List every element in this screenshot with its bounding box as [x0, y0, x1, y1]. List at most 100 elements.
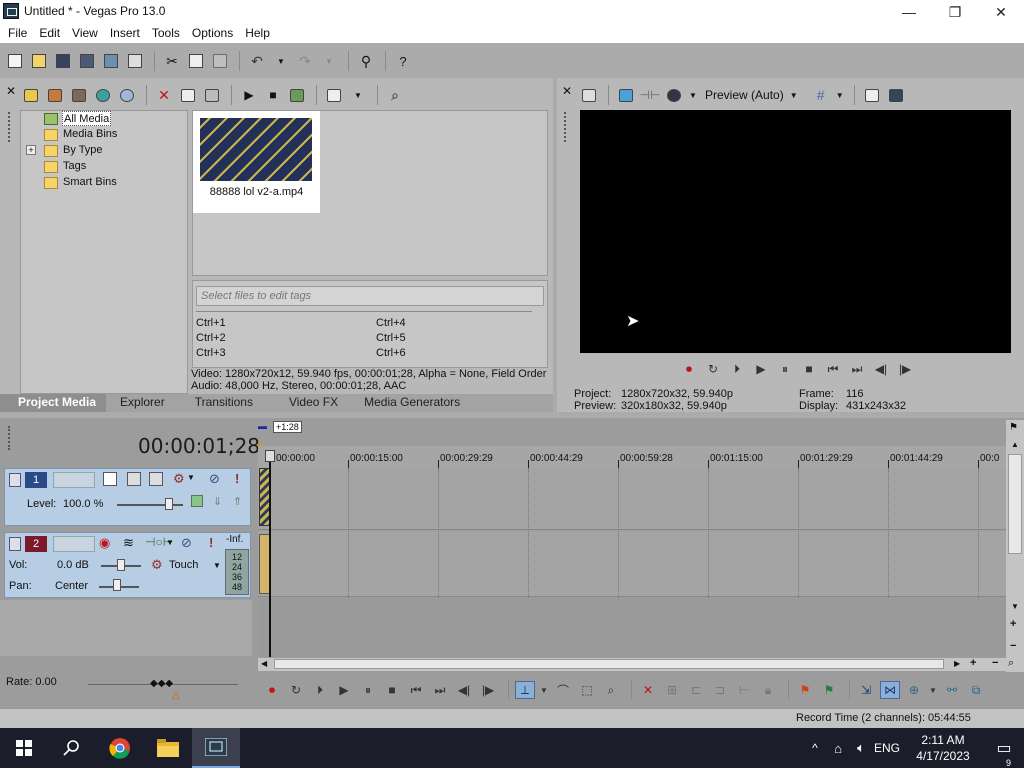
cursor-handle[interactable] [265, 450, 275, 462]
show-hidden-icons-chevron[interactable]: ^ [804, 741, 826, 755]
menu-tools[interactable]: Tools [146, 25, 186, 42]
composite-icon[interactable] [127, 472, 141, 486]
trim-end-button[interactable]: ⊐ [710, 681, 730, 699]
tab-explorer[interactable]: Explorer [106, 394, 179, 412]
lock-button[interactable]: 🔒︎ [758, 681, 778, 699]
timeline-vertical-scrollbar[interactable]: ⚑ ▲ ▼ + − [1006, 420, 1024, 672]
preview-quality-select[interactable]: Preview (Auto) [705, 88, 784, 102]
play-button[interactable]: ▶ [334, 681, 354, 699]
media-thumbnail[interactable] [200, 118, 312, 181]
capture-video-button[interactable] [44, 84, 66, 106]
record-button[interactable]: ⏺ [680, 360, 698, 378]
auto-preview-play-button[interactable]: ▶ [238, 84, 260, 106]
time-display[interactable]: 00:00:01;28 [138, 434, 260, 458]
stop-button[interactable]: ■ [382, 681, 402, 699]
menu-help[interactable]: Help [239, 25, 276, 42]
tree-item-media-bins[interactable]: Media Bins [62, 127, 118, 142]
motion-icon[interactable] [103, 472, 117, 486]
level-slider-handle[interactable] [165, 498, 173, 510]
insert-region-button[interactable]: ⚑ [819, 681, 839, 699]
horizontal-scroll-thumb[interactable] [274, 659, 944, 669]
trim-button[interactable]: ⊞ [662, 681, 682, 699]
menu-options[interactable]: Options [186, 25, 239, 42]
get-media-button[interactable] [68, 84, 90, 106]
mute-icon[interactable]: ⊘ [181, 535, 192, 551]
scroll-right-icon[interactable]: ▶ [954, 659, 960, 668]
video-preview-properties-button[interactable] [578, 84, 600, 106]
views-dropdown[interactable]: ▼ [347, 84, 369, 106]
tree-item-tags[interactable]: Tags [62, 159, 87, 174]
pause-button[interactable]: ⏸ [358, 681, 378, 699]
taskbar-chrome-button[interactable] [96, 728, 144, 768]
views-button[interactable] [323, 84, 345, 106]
notifications-button[interactable]: ▭ 9 [984, 738, 1024, 768]
auto-ripple-button[interactable]: ⇲ [856, 681, 876, 699]
network-icon[interactable]: ⌂ [826, 741, 850, 756]
overlays-button[interactable] [663, 84, 685, 106]
play-from-start-button[interactable]: ⏵ [310, 681, 330, 699]
copy-button[interactable] [185, 50, 207, 72]
vertical-scroll-thumb[interactable] [1008, 454, 1022, 554]
go-to-start-button[interactable]: ⏮ [824, 360, 842, 378]
tag-shortcut-2[interactable]: Ctrl+2 [196, 332, 226, 344]
remove-media-button[interactable]: ✕ [153, 84, 175, 106]
preview-stop-button[interactable]: ■ [262, 84, 284, 106]
overlays-dropdown[interactable]: ▼ [687, 84, 699, 106]
go-to-end-button[interactable]: ⏭ [848, 360, 866, 378]
media-properties-button[interactable] [177, 84, 199, 106]
chevron-down-icon[interactable]: ▼ [213, 561, 221, 570]
menu-view[interactable]: View [66, 25, 104, 42]
scroll-down-icon[interactable]: ▼ [1011, 602, 1019, 611]
stop-button[interactable]: ■ [800, 360, 818, 378]
tree-item-smart-bins[interactable]: Smart Bins [62, 175, 118, 190]
track-fx-icon[interactable]: ≋ [123, 535, 134, 551]
paste-button[interactable] [209, 50, 231, 72]
track-minimize-icon[interactable] [9, 537, 21, 551]
tree-item-all-media[interactable]: All Media [62, 111, 112, 126]
audio-track-header[interactable]: 2 ◉ ≋ ⊣○⊢ ▼ ⊘ ! -Inf. 12 24 36 48 Vol: 0… [4, 532, 251, 598]
render-as-button[interactable] [100, 50, 122, 72]
zoom-tool-icon[interactable]: ⌕ [1008, 657, 1014, 670]
loop-button[interactable]: ↻ [704, 360, 722, 378]
start-button[interactable] [0, 728, 48, 768]
go-to-start-button[interactable]: ⏮ [406, 681, 426, 699]
rate-slider-handle[interactable]: ◆◆◆ [150, 678, 173, 689]
arm-record-icon[interactable]: ◉ [99, 535, 110, 551]
chevron-down-icon[interactable]: ▼ [187, 473, 195, 482]
redo-button[interactable]: ↷ [294, 50, 316, 72]
next-frame-button[interactable]: |▶ [896, 360, 914, 378]
taskbar-search-button[interactable] [48, 728, 96, 768]
ignore-grouping-button[interactable]: ⧉ [966, 681, 986, 699]
save-as-button[interactable] [76, 50, 98, 72]
properties-button[interactable] [124, 50, 146, 72]
whats-this-button[interactable]: ? [392, 50, 414, 72]
track-fx-icon[interactable] [149, 472, 163, 486]
save-button[interactable] [52, 50, 74, 72]
cut-button[interactable]: ✂ [161, 50, 183, 72]
solo-icon[interactable]: ! [209, 535, 213, 550]
level-slider-track[interactable] [117, 504, 183, 506]
input-language[interactable]: ENG [872, 741, 902, 755]
record-button[interactable]: ⏺ [262, 681, 282, 699]
track-minimize-icon[interactable] [9, 473, 21, 487]
tag-shortcut-6[interactable]: Ctrl+6 [376, 347, 406, 359]
close-button[interactable]: ✕ [978, 0, 1024, 24]
menu-edit[interactable]: Edit [33, 25, 66, 42]
mute-icon[interactable]: ⊘ [209, 471, 220, 487]
tag-shortcut-1[interactable]: Ctrl+1 [196, 317, 226, 329]
loop-playback-button[interactable]: ↻ [286, 681, 306, 699]
tab-video-fx[interactable]: Video FX [277, 394, 364, 412]
go-to-end-button[interactable]: ⏭ [430, 681, 450, 699]
grid-dropdown[interactable]: ▼ [834, 84, 846, 106]
preview-quality-dropdown[interactable]: ▼ [788, 84, 800, 106]
taskbar-file-explorer-button[interactable] [144, 728, 192, 768]
panel-grip[interactable] [8, 112, 11, 142]
audio-track-name-field[interactable] [53, 536, 95, 552]
timeline-ruler[interactable]: 00:00:00 00:00:15:00 00:00:29:29 00:00:4… [258, 446, 1006, 468]
gear-icon[interactable]: ⚙ [151, 557, 163, 573]
zoom-tool-button[interactable]: ⌕ [601, 681, 621, 699]
insert-marker-button[interactable]: ⚑ [795, 681, 815, 699]
previous-frame-button[interactable]: ◀| [872, 360, 890, 378]
previous-frame-button[interactable]: ◀| [454, 681, 474, 699]
up-arrow-icon[interactable]: ⇑ [233, 495, 242, 508]
